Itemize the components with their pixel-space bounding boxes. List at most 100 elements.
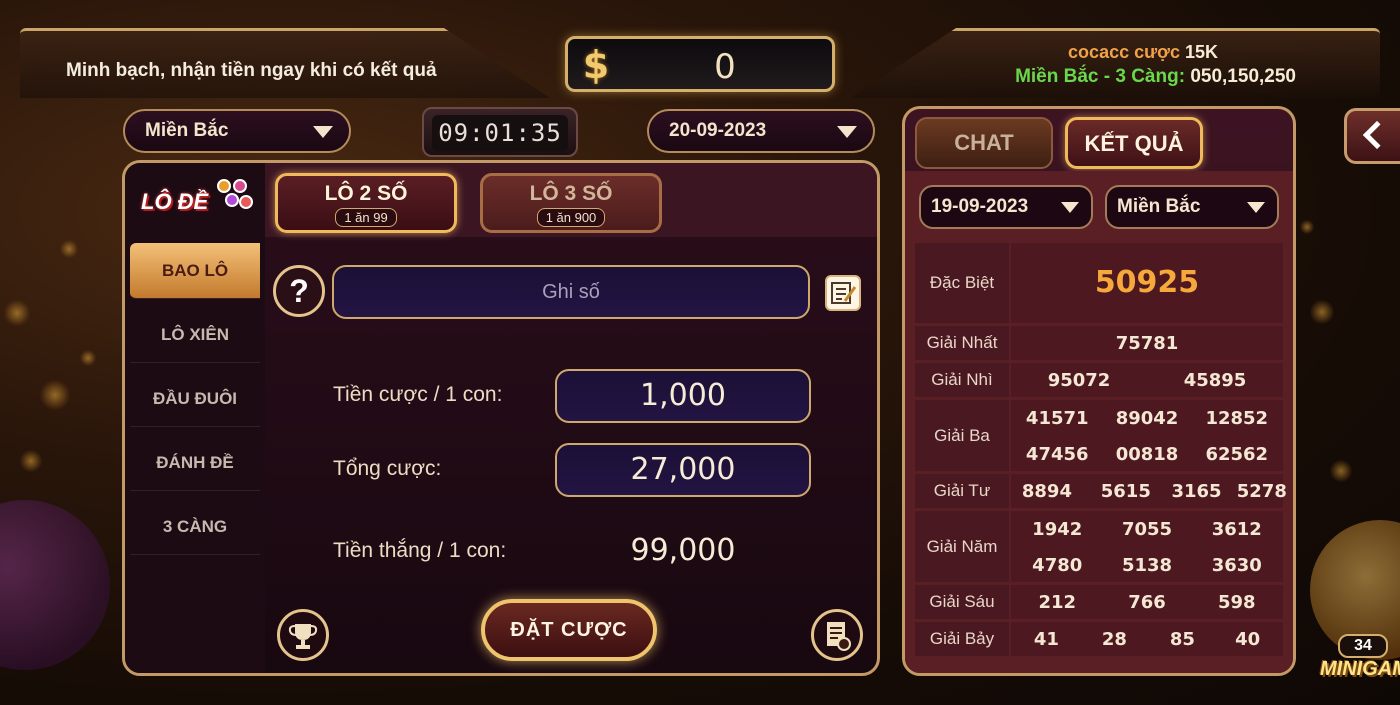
prize-label: Giải Sáu — [915, 585, 1009, 619]
prize-number: 47456 — [1025, 444, 1089, 465]
sidebar-item-bao-lo[interactable]: BAO LÔ — [130, 243, 260, 299]
minigame-button[interactable]: 34 MINIGAM — [1318, 634, 1400, 705]
prize-row-fourth: Giải Tư 8894 5615 3165 5278 — [915, 474, 1287, 508]
region-select[interactable]: Miền Bắc — [123, 109, 351, 153]
sidebar-item-lo-xien[interactable]: LÔ XIÊN — [130, 307, 260, 363]
prize-number: 41 — [1033, 629, 1059, 650]
question-icon: ? — [289, 273, 309, 309]
ticker-user: cocacc cược — [1068, 42, 1180, 62]
prize-values: 95072 45895 — [1011, 363, 1283, 397]
results-date-value: 19-09-2023 — [931, 196, 1029, 217]
prize-number: 89042 — [1115, 408, 1179, 429]
edit-numbers-button[interactable] — [825, 275, 861, 311]
prize-number: 4780 — [1032, 555, 1083, 576]
help-button[interactable]: ? — [273, 265, 325, 317]
results-date-select[interactable]: 19-09-2023 — [919, 185, 1093, 229]
tab-lo-2-so[interactable]: LÔ 2 SỐ 1 ăn 99 — [275, 173, 457, 233]
prize-values: 41 28 85 40 — [1011, 622, 1283, 656]
leaderboard-button[interactable] — [277, 609, 329, 661]
date-select[interactable]: 20-09-2023 — [647, 109, 875, 153]
prize-values: 75781 — [1011, 326, 1283, 360]
timer-digits: 09:01:35 — [432, 115, 568, 151]
date-select-value: 20-09-2023 — [669, 120, 767, 141]
prize-number: 7055 — [1121, 519, 1173, 540]
chevron-down-icon — [837, 126, 857, 138]
prize-row-second: Giải Nhì 95072 45895 — [915, 363, 1283, 397]
number-input[interactable]: Ghi số — [332, 265, 810, 319]
tab-name: LÔ 2 SỐ — [324, 182, 408, 205]
prize-number: 62562 — [1205, 444, 1269, 465]
prize-label: Giải Ba — [915, 400, 1009, 471]
results-region-value: Miền Bắc — [1117, 196, 1201, 217]
sidebar-item-danh-de[interactable]: ĐÁNH ĐỀ — [130, 435, 260, 491]
trophy-icon — [288, 624, 318, 649]
prize-number: 5138 — [1121, 555, 1173, 576]
lode-logo: LÔ ĐỀ — [141, 177, 253, 225]
prize-label: Giải Năm — [915, 511, 1009, 582]
results-region-select[interactable]: Miền Bắc — [1105, 185, 1279, 229]
prize-number: 45895 — [1183, 370, 1247, 391]
prize-number: 41571 — [1025, 408, 1089, 429]
minigame-count-badge: 34 — [1338, 634, 1388, 658]
results-panel: CHAT KẾT QUẢ 19-09-2023 Miền Bắc Đặc Biệ… — [902, 106, 1296, 676]
stake-input[interactable]: 1,000 — [555, 369, 811, 423]
history-icon — [827, 622, 851, 651]
tab-odds: 1 ăn 900 — [536, 208, 606, 227]
sidebar-item-3-cang[interactable]: 3 CÀNG — [130, 499, 260, 555]
prize-number: 3612 — [1211, 519, 1262, 540]
bet-type-sidebar: LÔ ĐỀ BAO LÔ LÔ XIÊN ĐẦU ĐUÔI ĐÁNH ĐỀ 3 … — [125, 163, 265, 673]
prize-values: 1942 7055 3612 4780 5138 3630 — [1011, 511, 1283, 582]
tab-result[interactable]: KẾT QUẢ — [1065, 117, 1203, 169]
chevron-left-icon — [1362, 120, 1392, 150]
tab-lo-3-so[interactable]: LÔ 3 SỐ 1 ăn 900 — [480, 173, 662, 233]
prize-number: 95072 — [1047, 370, 1111, 391]
stake-label: Tiền cược / 1 con: — [333, 383, 503, 406]
prize-label: Giải Nhì — [915, 363, 1009, 397]
prize-number: 3165 — [1171, 481, 1222, 502]
prize-values: 50925 — [1011, 243, 1283, 323]
prize-number: 1942 — [1032, 519, 1083, 540]
prize-values: 41571 89042 12852 47456 00818 62562 — [1011, 400, 1283, 471]
prize-number: 28 — [1101, 629, 1127, 650]
edit-icon — [831, 282, 857, 304]
tab-chat[interactable]: CHAT — [915, 117, 1053, 169]
ticker-numbers: 050,150,250 — [1190, 66, 1296, 87]
ticker-amount: 15K — [1184, 42, 1218, 62]
prize-row-sixth: Giải Sáu 212 766 598 — [915, 585, 1283, 619]
countdown-timer: 09:01:35 — [422, 107, 578, 157]
chevron-down-icon — [1247, 202, 1265, 213]
prize-values: 8894 5615 3165 5278 — [1011, 474, 1287, 508]
tab-name: LÔ 3 SỐ — [529, 182, 613, 205]
logo-text: LÔ ĐỀ — [141, 189, 209, 214]
prize-number: 50925 — [1094, 265, 1200, 300]
win-value: 99,000 — [630, 533, 736, 568]
prize-values: 212 766 598 — [1011, 585, 1283, 619]
prize-label: Đặc Biệt — [915, 243, 1009, 323]
slogan: Minh bạch, nhận tiền ngay khi có kết quả — [66, 60, 437, 81]
prize-label: Giải Tư — [915, 474, 1009, 508]
prize-number: 598 — [1217, 592, 1256, 613]
top-banner: Minh bạch, nhận tiền ngay khi có kết quả… — [0, 0, 1400, 100]
collapse-panel-button[interactable] — [1344, 108, 1400, 164]
lottery-balls-icon — [211, 177, 253, 221]
prize-label: Giải Bảy — [915, 622, 1009, 656]
game-tabs: LÔ 2 SỐ 1 ăn 99 LÔ 3 SỐ 1 ăn 900 — [265, 163, 877, 237]
chevron-down-icon — [313, 126, 333, 138]
prize-number: 00818 — [1115, 444, 1179, 465]
dollar-icon: $ — [582, 43, 610, 87]
place-bet-button[interactable]: ĐẶT CƯỢC — [481, 599, 657, 661]
prize-row-seventh: Giải Bảy 41 28 85 40 — [915, 622, 1283, 656]
results-body: 19-09-2023 Miền Bắc Đặc Biệt 50925 Giải … — [905, 171, 1293, 673]
history-button[interactable] — [811, 609, 863, 661]
prize-number: 85 — [1169, 629, 1195, 650]
total-value: 27,000 — [555, 443, 811, 497]
balance-display[interactable]: $ 0 — [565, 36, 835, 92]
prize-number: 5278 — [1236, 481, 1287, 502]
prize-number: 5615 — [1100, 481, 1151, 502]
win-label: Tiền thắng / 1 con: — [333, 539, 507, 562]
prize-number: 40 — [1235, 629, 1261, 650]
prize-number: 8894 — [1021, 481, 1072, 502]
sidebar-item-dau-duoi[interactable]: ĐẦU ĐUÔI — [130, 371, 260, 427]
chevron-down-icon — [1061, 202, 1079, 213]
prize-number: 3630 — [1211, 555, 1262, 576]
